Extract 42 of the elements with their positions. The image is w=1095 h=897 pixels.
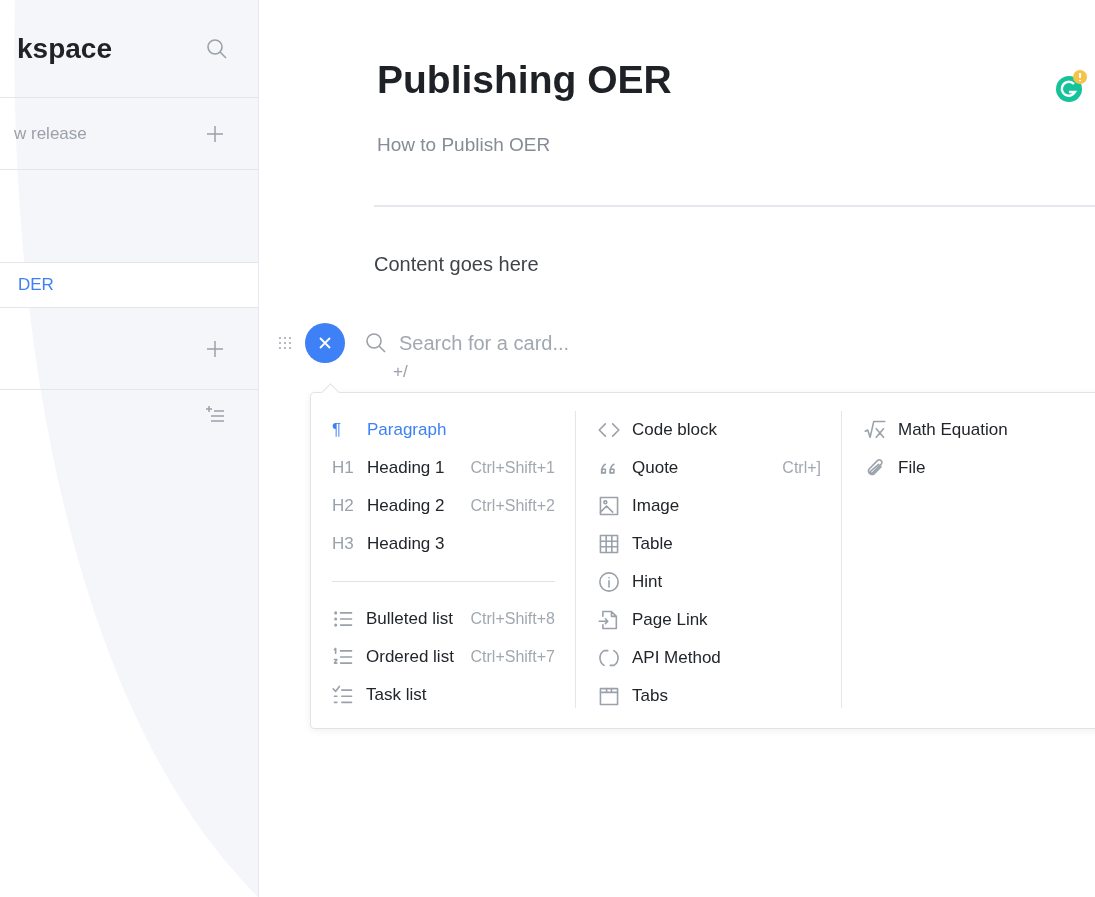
card-search-field[interactable]: Search for a card... bbox=[397, 330, 701, 356]
info-icon bbox=[598, 571, 620, 593]
plus-icon[interactable] bbox=[206, 339, 224, 358]
menu-item[interactable]: Image bbox=[598, 487, 821, 525]
page-link-icon bbox=[598, 609, 620, 631]
menu-item[interactable]: Table bbox=[598, 525, 821, 563]
menu-item[interactable]: File bbox=[864, 449, 1087, 487]
cycle-arrows-icon bbox=[598, 647, 620, 669]
menu-item[interactable]: Math Equation bbox=[864, 411, 1087, 449]
menu-item[interactable]: H3 Heading 3 bbox=[332, 525, 555, 563]
image-icon bbox=[598, 495, 620, 517]
menu-item[interactable]: Task list bbox=[332, 676, 555, 714]
close-icon bbox=[318, 336, 332, 350]
menu-item[interactable]: Page Link bbox=[598, 601, 821, 639]
bulleted-list-icon bbox=[332, 608, 354, 630]
search-icon[interactable] bbox=[206, 37, 228, 60]
checklist-icon bbox=[332, 684, 354, 706]
menu-item[interactable]: Quote Ctrl+] bbox=[598, 449, 821, 487]
workspace-title: kspace bbox=[17, 32, 112, 65]
plus-icon[interactable] bbox=[206, 124, 224, 143]
menu-item[interactable]: H1 Heading 1 Ctrl+Shift+1 bbox=[332, 449, 555, 487]
page-title: Publishing OER bbox=[377, 58, 672, 102]
table-icon bbox=[598, 533, 620, 555]
grammar-checker-icon[interactable] bbox=[1054, 70, 1088, 104]
close-button[interactable] bbox=[305, 323, 345, 363]
menu-item[interactable]: Bulleted list Ctrl+Shift+8 bbox=[332, 600, 555, 638]
menu-item[interactable]: Code block bbox=[598, 411, 821, 449]
tabs-icon bbox=[598, 685, 620, 707]
square-root-icon bbox=[864, 419, 886, 441]
shortcut-hint: +/ bbox=[393, 363, 408, 381]
drag-handle-icon[interactable] bbox=[277, 335, 293, 351]
menu-item[interactable]: Tabs bbox=[598, 677, 821, 715]
add-list-icon[interactable] bbox=[206, 405, 224, 423]
menu-item[interactable]: Hint bbox=[598, 563, 821, 601]
menu-item[interactable]: Ordered list Ctrl+Shift+7 bbox=[332, 638, 555, 676]
menu-item[interactable]: ¶ Paragraph bbox=[332, 411, 555, 449]
menu-item[interactable]: H2 Heading 2 Ctrl+Shift+2 bbox=[332, 487, 555, 525]
body-text: Content goes here bbox=[374, 253, 539, 276]
sidebar-item[interactable]: DER bbox=[0, 262, 258, 308]
menu-item[interactable]: API Method bbox=[598, 639, 821, 677]
page-subtitle: How to Publish OER bbox=[377, 134, 551, 156]
search-icon bbox=[365, 332, 387, 354]
